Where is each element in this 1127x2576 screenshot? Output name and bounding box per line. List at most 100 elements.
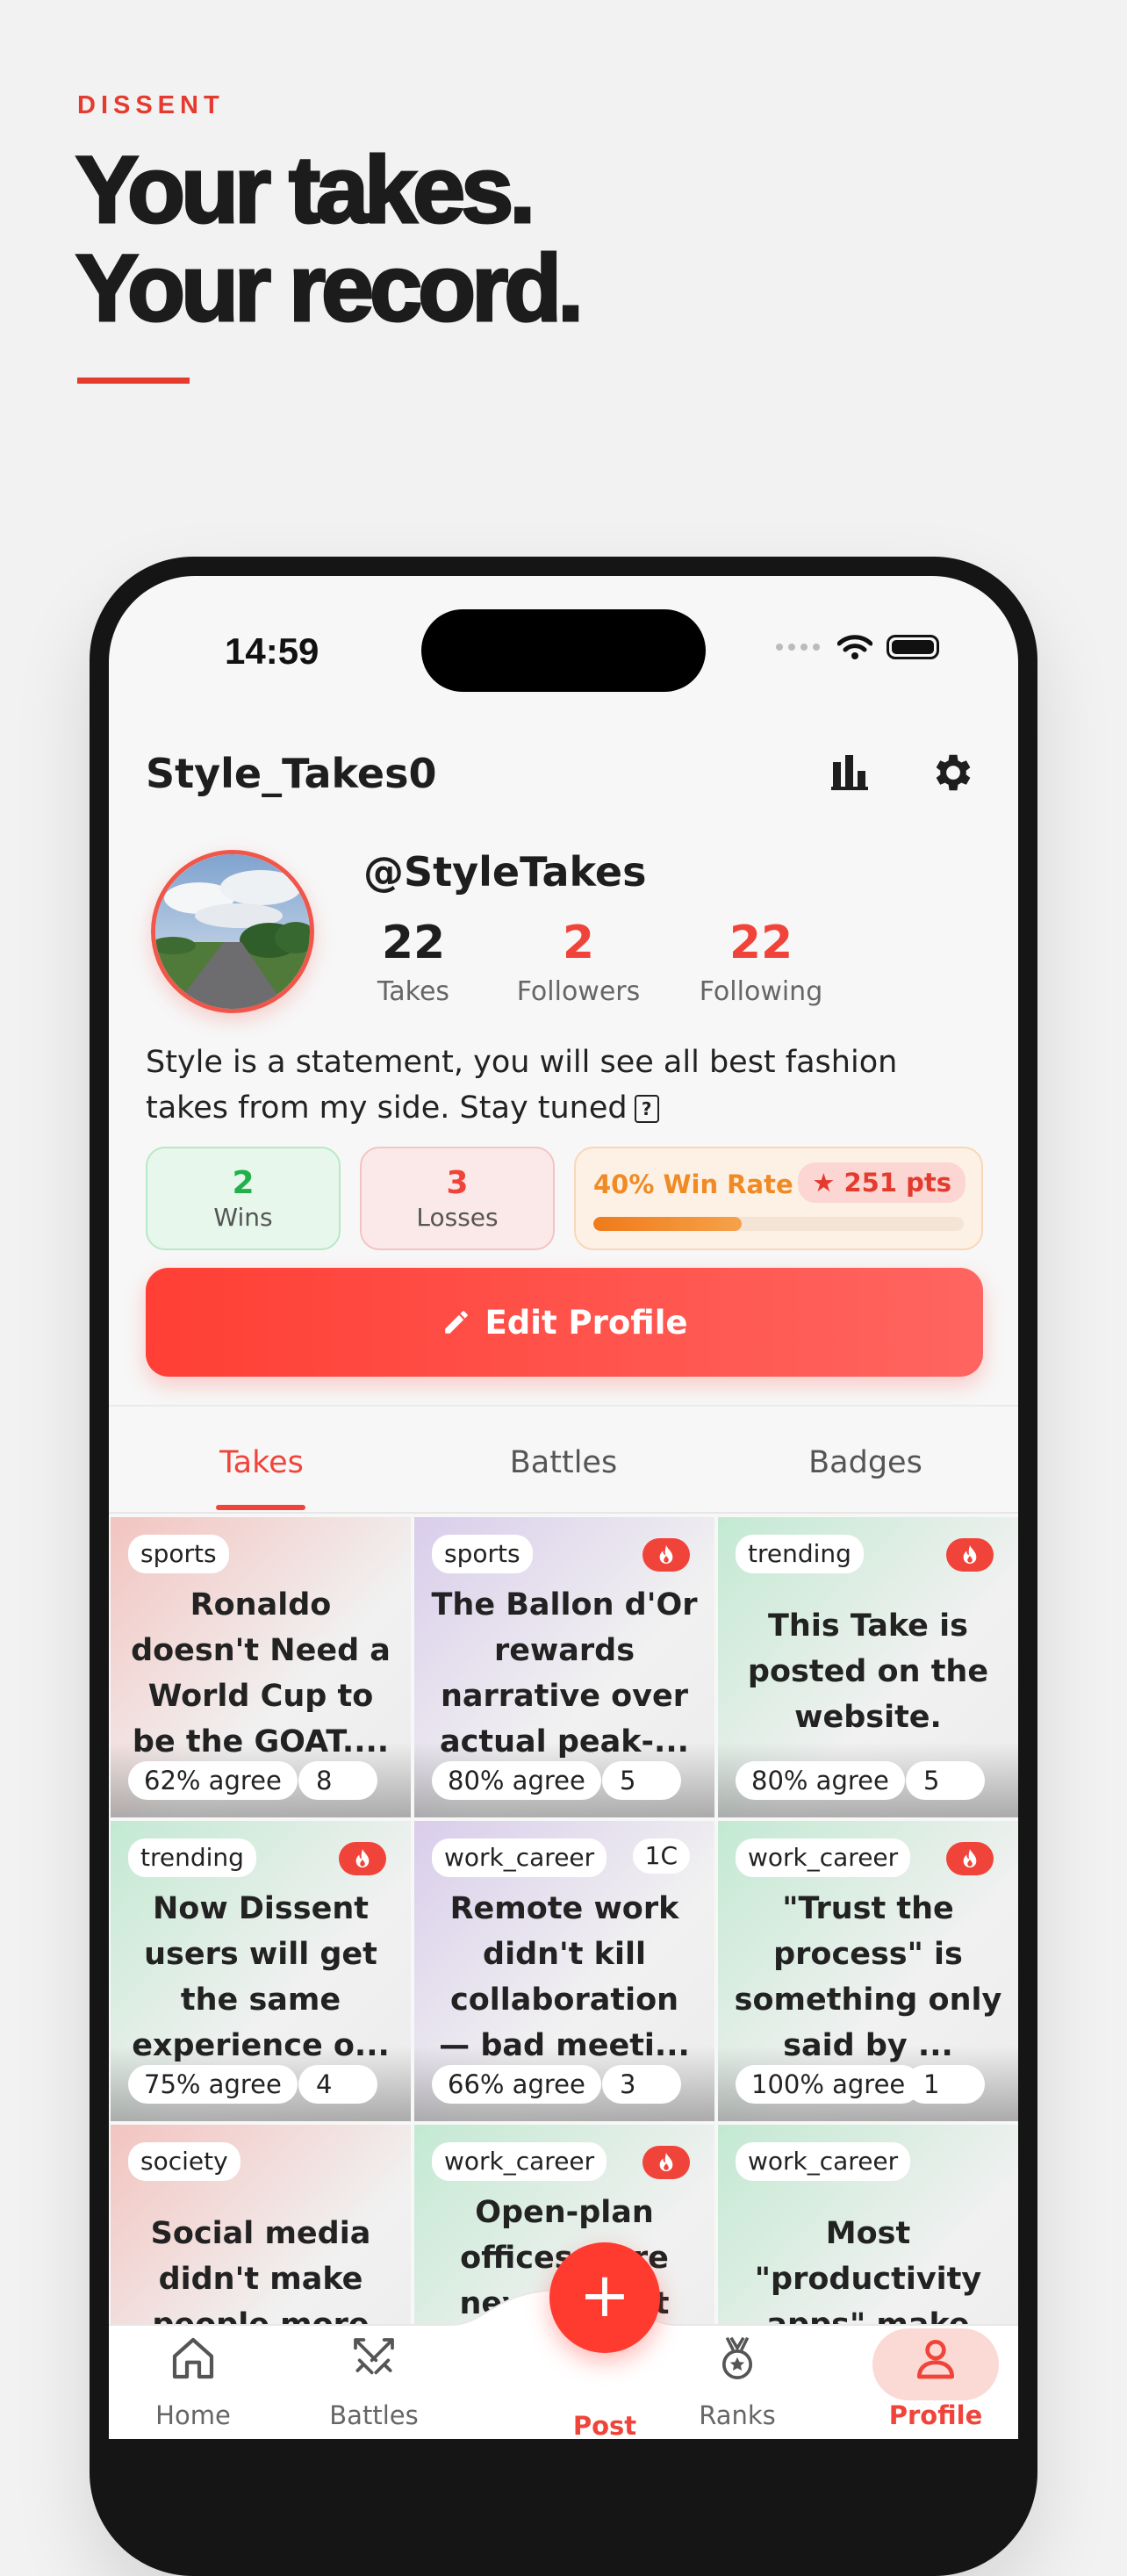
losses-label: Losses	[416, 1203, 499, 1232]
take-title: Remote work didn't kill collaboration — …	[439, 1891, 690, 2063]
flame-icon	[946, 1842, 994, 1875]
profile-bio: Style is a statement, you will see all b…	[146, 1040, 971, 1131]
flame-icon	[642, 2146, 690, 2179]
headline-line-1: Your takes.	[74, 136, 536, 242]
edit-profile-label: Edit Profile	[485, 1303, 688, 1342]
headline-accent-bar	[77, 378, 190, 384]
take-category-badge: work_career	[432, 1838, 607, 1877]
post-button[interactable]: +	[549, 2242, 660, 2353]
take-vote-count: 4	[298, 2065, 377, 2104]
brand-label: DISSENT	[77, 91, 225, 119]
take-vote-count: 5	[602, 1761, 681, 1800]
dynamic-island	[421, 609, 706, 692]
bar-chart-icon[interactable]	[823, 746, 876, 799]
status-icons	[776, 634, 939, 660]
bio-text: Style is a statement, you will see all b…	[146, 1045, 898, 1126]
swords-icon	[354, 2338, 394, 2375]
bio-symbol: ?	[634, 1095, 659, 1123]
tab-profile-label: Profile	[888, 2400, 983, 2430]
take-category-badge: sports	[432, 1535, 533, 1573]
win-rate-progress	[593, 1217, 964, 1231]
take-category-badge: sports	[128, 1535, 229, 1573]
tab-battles-nav[interactable]: Battles	[304, 2334, 444, 2430]
losses-value: 3	[446, 1165, 469, 1201]
win-rate-text: 40% Win Rate	[593, 1169, 793, 1199]
wins-card: 2 Wins	[146, 1147, 341, 1250]
headline: Your takes. Your record.	[74, 136, 585, 341]
points-badge: ★ 251 pts	[798, 1162, 965, 1203]
take-card[interactable]: work_career "Trust the process" is someth…	[718, 1821, 1018, 2121]
tab-takes[interactable]: Takes	[130, 1445, 393, 1480]
take-card[interactable]: work_career 1C Remote work didn't kill col…	[414, 1821, 714, 2121]
active-tab-indicator	[216, 1505, 305, 1510]
take-category-badge: trending	[736, 1535, 864, 1573]
tab-battles[interactable]: Battles	[432, 1445, 695, 1480]
take-card[interactable]: sports Ronaldo doesn't Need a World Cup t…	[111, 1517, 411, 1817]
win-rate-card: 40% Win Rate ★ 251 pts	[574, 1147, 983, 1250]
take-category-badge: society	[128, 2142, 240, 2181]
take-title: The Ballon d'Or rewards narrative over a…	[431, 1587, 698, 1759]
stat-takes-label: Takes	[377, 976, 450, 1007]
take-title: "Trust the process" is something only sa…	[734, 1891, 1002, 2063]
tab-badges[interactable]: Badges	[734, 1445, 997, 1480]
take-card[interactable]: trending This Take is posted on the websi…	[718, 1517, 1018, 1817]
take-category-badge: work_career	[432, 2142, 607, 2181]
take-agree-badge: 80% agree	[736, 1761, 905, 1800]
phone-screen: 14:59 Style_Takes0 @StyleTakes 22 Takes …	[109, 576, 1018, 2439]
flame-icon	[642, 1538, 690, 1572]
battery-icon	[887, 635, 939, 659]
pencil-icon	[444, 1311, 468, 1334]
take-agree-badge: 66% agree	[432, 2065, 601, 2104]
take-vote-count: 3	[602, 2065, 681, 2104]
wins-label: Wins	[213, 1203, 273, 1232]
stat-following-label: Following	[699, 976, 823, 1007]
tab-ranks-label: Ranks	[699, 2400, 776, 2430]
take-card[interactable]: sports The Ballon d'Or rewards narrative …	[414, 1517, 714, 1817]
win-rate-progress-fill	[593, 1217, 742, 1231]
take-title: Ronaldo doesn't Need a World Cup to be t…	[131, 1587, 391, 1759]
take-title: Now Dissent users will get the same expe…	[132, 1891, 390, 2063]
headline-line-2: Your record.	[74, 234, 585, 341]
take-agree-badge: 80% agree	[432, 1761, 601, 1800]
wins-value: 2	[232, 1165, 255, 1201]
take-vote-count: 8	[298, 1761, 377, 1800]
take-agree-badge: 75% agree	[128, 2065, 298, 2104]
take-vote-count: 5	[906, 1761, 985, 1800]
edit-profile-button[interactable]: Edit Profile	[146, 1268, 983, 1377]
tab-profile[interactable]: Profile	[865, 2334, 1006, 2430]
stat-followers-value: 2	[562, 917, 595, 969]
status-time: 14:59	[225, 630, 319, 672]
take-comment-badge: 1C	[632, 1838, 690, 1874]
page-title: Style_Takes0	[146, 750, 437, 797]
tab-home[interactable]: Home	[123, 2334, 263, 2430]
flame-icon	[339, 1842, 386, 1875]
stat-takes[interactable]: 22 Takes	[356, 917, 470, 1007]
profile-handle: @StyleTakes	[363, 848, 647, 896]
stat-takes-value: 22	[381, 917, 446, 969]
stat-followers[interactable]: 2 Followers	[495, 917, 662, 1007]
take-category-badge: work_career	[736, 1838, 911, 1877]
tab-ranks[interactable]: Ranks	[667, 2334, 808, 2430]
flame-icon	[946, 1538, 994, 1572]
avatar[interactable]	[151, 850, 314, 1013]
home-icon	[172, 2337, 214, 2379]
person-icon	[917, 2340, 954, 2379]
plus-icon: +	[578, 2259, 631, 2331]
losses-card: 3 Losses	[360, 1147, 555, 1250]
tabs-divider	[109, 1512, 1018, 1514]
tab-post-label: Post	[572, 2411, 637, 2439]
take-agree-badge: 62% agree	[128, 1761, 298, 1800]
take-category-badge: trending	[128, 1838, 256, 1877]
stat-following-value: 22	[729, 917, 793, 969]
gear-icon[interactable]	[925, 746, 978, 799]
wifi-icon	[837, 635, 872, 659]
take-agree-badge: 100% agree	[736, 2065, 922, 2104]
tab-battles-label: Battles	[329, 2400, 419, 2430]
section-divider	[109, 1405, 1018, 1407]
signal-icon	[776, 644, 820, 651]
stat-followers-label: Followers	[516, 976, 641, 1007]
take-category-badge: work_career	[736, 2142, 911, 2181]
medal-icon	[721, 2336, 753, 2380]
stat-following[interactable]: 22 Following	[678, 917, 844, 1007]
take-card[interactable]: trending Now Dissent users will get the s…	[111, 1821, 411, 2121]
